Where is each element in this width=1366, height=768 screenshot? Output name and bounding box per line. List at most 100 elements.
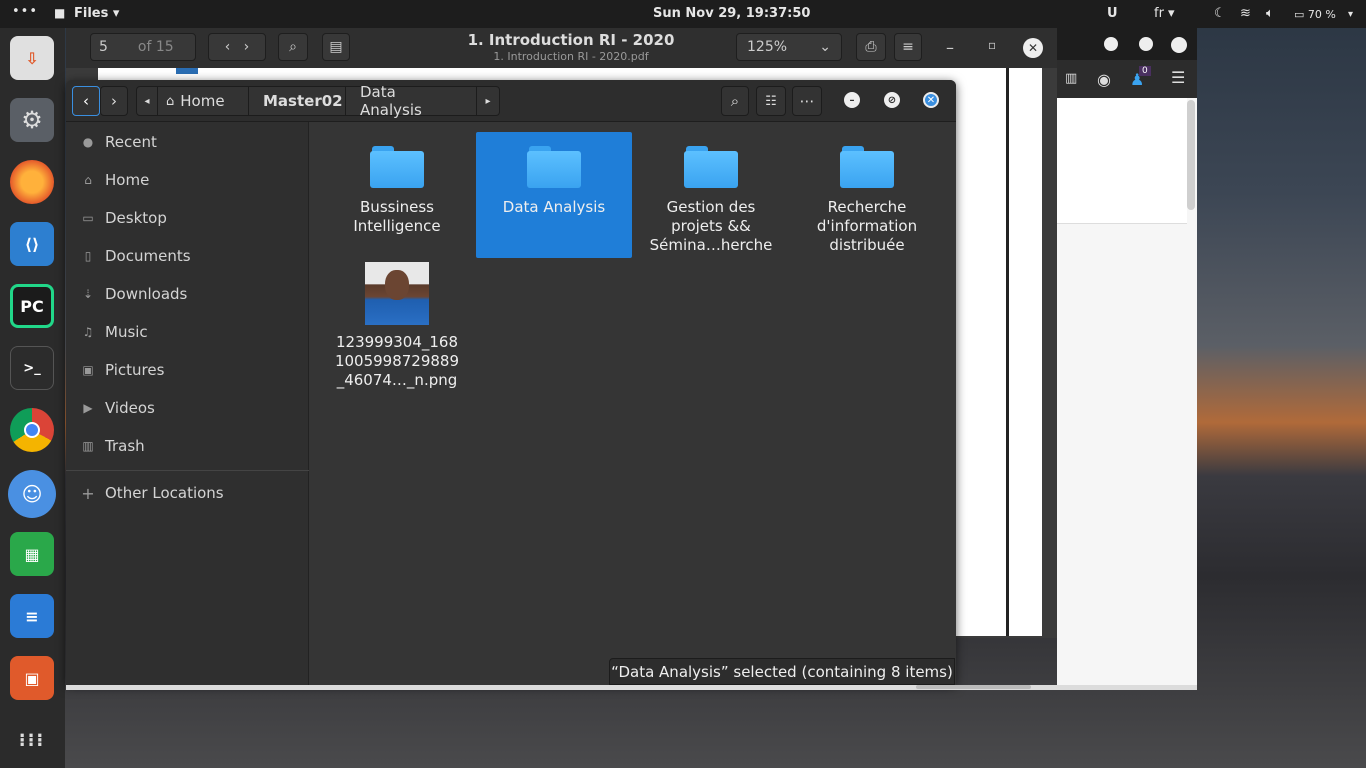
image-thumbnail	[365, 262, 429, 325]
search-icon[interactable]: ⌕	[278, 33, 308, 61]
extension-badge: 0	[1139, 66, 1151, 76]
night-light-icon[interactable]: ☾	[1214, 6, 1226, 21]
minimize-icon[interactable]: –	[946, 38, 954, 57]
zoom-value: 125%	[747, 39, 788, 55]
folder-item[interactable]: Recherche d'information distribuée	[789, 132, 945, 258]
image-file-item[interactable]: 123999304_168 1005998729889 _46074…_n.png	[319, 260, 475, 390]
sidebar-item-other-locations[interactable]: + Other Locations	[66, 475, 309, 511]
scrollbar[interactable]	[1187, 100, 1195, 210]
list-view-icon[interactable]: ☷	[756, 86, 786, 116]
software-center-icon[interactable]: ⇩	[10, 36, 54, 80]
spreadsheet-icon[interactable]: ▦	[10, 532, 54, 576]
prev-page-icon[interactable]: ‹	[225, 39, 231, 55]
pycharm-icon[interactable]: PC	[10, 284, 54, 328]
menu-icon[interactable]: ☰	[1171, 68, 1185, 87]
settings-gear-icon[interactable]: ⚙	[10, 98, 54, 142]
file-grid: Bussiness Intelligence Data Analysis Gest…	[310, 122, 956, 685]
sidebar-item-recent[interactable]: ● Recent	[66, 124, 309, 160]
folder-item[interactable]: Bussiness Intelligence	[319, 132, 475, 258]
folder-icon	[840, 146, 894, 188]
volume-icon[interactable]: 🔈︎	[1266, 6, 1274, 21]
forward-button[interactable]: ›	[100, 86, 128, 116]
activities-button[interactable]: •••	[12, 4, 38, 19]
folder-item-selected[interactable]: Data Analysis	[476, 132, 632, 258]
sidebar-item-videos[interactable]: ▶ Videos	[66, 390, 309, 426]
back-button[interactable]: ‹	[72, 86, 100, 116]
item-label: Data Analysis	[502, 198, 606, 216]
ubuntu-one-icon[interactable]: ᑌ	[1107, 6, 1118, 21]
clock[interactable]: Sun Nov 29, 19:37:50	[653, 6, 810, 21]
page-number-field[interactable]: 5 of 15	[90, 33, 196, 61]
sidebar-item-downloads[interactable]: ⇣ Downloads	[66, 276, 309, 312]
close-icon[interactable]: ✕	[1023, 38, 1043, 58]
sidebar-item-pictures[interactable]: ▣ Pictures	[66, 352, 309, 388]
account-icon[interactable]: ◉	[1097, 70, 1111, 89]
sidebar-item-label: Pictures	[105, 361, 165, 379]
top-bar: ••• ■ Files ▾ Sun Nov 29, 19:37:50 ᑌ fr …	[0, 0, 1366, 28]
item-label: 123999304_168 1005998729889 _46074…_n.png	[334, 333, 460, 389]
menu-icon[interactable]: ≡	[894, 33, 922, 61]
page-nav-buttons[interactable]: ‹ ›	[208, 33, 266, 61]
breadcrumb-right-arrow-icon[interactable]: ▸	[476, 86, 500, 116]
sidebar-divider	[66, 470, 309, 471]
sidebar-item-trash[interactable]: ▥ Trash	[66, 428, 309, 464]
system-menu-arrow-icon[interactable]: ▾	[1348, 9, 1353, 20]
wifi-icon[interactable]: ≋	[1240, 6, 1251, 21]
sidebar-item-label: Desktop	[105, 209, 167, 227]
battery-indicator[interactable]: ▭ 70 %	[1294, 8, 1336, 21]
maximize-icon[interactable]: ⊘	[884, 92, 900, 108]
more-options-icon[interactable]: ⋯	[792, 86, 822, 116]
sidebar-icon[interactable]: ▥	[1065, 71, 1077, 86]
search-icon[interactable]: ⌕	[721, 86, 749, 116]
home-icon: ⌂	[84, 173, 92, 187]
thumbnail-face	[385, 270, 409, 300]
terminal-icon[interactable]: >_	[10, 346, 54, 390]
sidebar-item-home[interactable]: ⌂ Home	[66, 162, 309, 198]
sidebar-item-label: Other Locations	[105, 484, 224, 502]
trash-icon: ▥	[82, 439, 94, 453]
chrome-icon[interactable]	[10, 408, 54, 452]
writer-icon[interactable]: ≡	[10, 594, 54, 638]
language-indicator[interactable]: fr ▾	[1154, 6, 1175, 21]
sidebar-item-music[interactable]: ♫ Music	[66, 314, 309, 350]
files-header-bar: ‹ › ◂ ⌂ Home Master02 Data Analysis ▸ ⌕ …	[66, 80, 956, 122]
sidebar-item-documents[interactable]: ▯ Documents	[66, 238, 309, 274]
pdf-header-bar: 5 of 15 ‹ › ⌕ ▤ 1. Introduction RI - 202…	[66, 28, 1057, 68]
minimize-icon[interactable]: –	[844, 92, 860, 108]
zoom-select[interactable]: 125% ⌄	[736, 33, 842, 61]
pdf-title: 1. Introduction RI - 2020	[467, 31, 675, 49]
horizontal-scrollbar[interactable]	[916, 685, 1031, 689]
document-properties-icon[interactable]: ⎙	[856, 33, 886, 61]
home-icon: ⌂	[166, 93, 175, 109]
item-label: Recherche d'information distribuée	[816, 198, 918, 254]
vscode-icon[interactable]: ⟨⟩	[10, 222, 54, 266]
maximize-icon[interactable]	[1139, 37, 1153, 51]
files-app-icon[interactable]: ☺	[8, 470, 56, 518]
folder-item[interactable]: Gestion des projets && Sémina…herche	[633, 132, 789, 258]
folder-icon	[370, 146, 424, 188]
chevron-down-icon: ⌄	[819, 39, 831, 55]
page-accent	[176, 68, 198, 74]
minimize-icon[interactable]	[1104, 37, 1118, 51]
sidebar-item-label: Trash	[105, 437, 145, 455]
sidebar-item-desktop[interactable]: ▭ Desktop	[66, 200, 309, 236]
sidebar-item-label: Music	[105, 323, 148, 341]
breadcrumb-left-arrow-icon[interactable]: ◂	[136, 86, 158, 116]
close-icon[interactable]: ✕	[923, 92, 939, 108]
music-icon: ♫	[82, 325, 94, 339]
sidebar-item-label: Home	[105, 171, 150, 189]
next-page-icon[interactable]: ›	[244, 39, 250, 55]
close-icon[interactable]	[1171, 37, 1187, 53]
item-label: Gestion des projets && Sémina…herche	[649, 198, 773, 254]
breadcrumb-data-analysis[interactable]: Data Analysis	[345, 83, 477, 119]
annotations-icon[interactable]: ▤	[322, 33, 350, 61]
app-menu[interactable]: Files ▾	[74, 6, 119, 21]
dock: ⇩ ⚙ ⟨⟩ PC >_ ☺ ▦ ≡ ▣ ⁝⁝⁝	[0, 28, 65, 768]
impress-icon[interactable]: ▣	[10, 656, 54, 700]
firefox-icon[interactable]	[10, 160, 54, 204]
browser-window: ▥ ◉ ♟ 0 ☰	[1057, 28, 1197, 690]
maximize-icon[interactable]: ▫	[988, 38, 996, 52]
show-applications-icon[interactable]: ⁝⁝⁝	[10, 718, 54, 762]
breadcrumb-master02[interactable]: Master02	[248, 86, 346, 116]
breadcrumb-home[interactable]: ⌂ Home	[157, 86, 249, 116]
